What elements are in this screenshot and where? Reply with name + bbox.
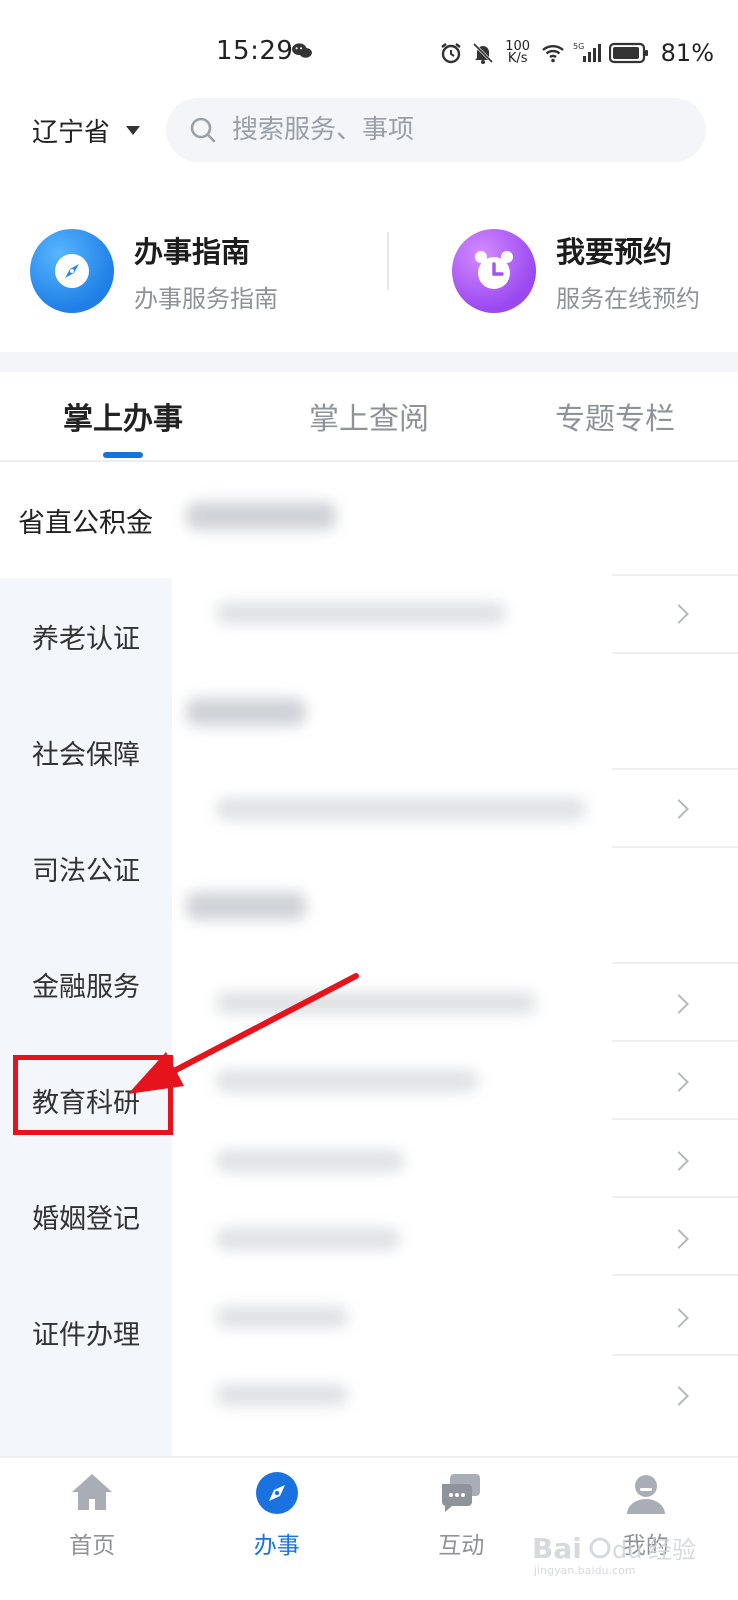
quick-actions: 办事指南 办事服务指南 我要预约 服务在线预约 <box>0 226 738 336</box>
svg-text:Bai: Bai <box>532 1532 582 1565</box>
nav-interaction[interactable]: 互动 <box>369 1458 554 1600</box>
category-pension-certification[interactable]: 养老认证 <box>0 578 172 694</box>
nav-services[interactable]: 办事 <box>185 1458 370 1600</box>
category-provident-fund[interactable]: 省直公积金 <box>0 462 172 578</box>
chat-icon <box>442 1474 481 1512</box>
chevron-down-icon <box>126 125 141 135</box>
category-notary[interactable]: 司法公证 <box>0 810 172 926</box>
list-item[interactable] <box>216 1150 404 1172</box>
svg-text:jingyan.baidu.com: jingyan.baidu.com <box>533 1564 636 1577</box>
divider <box>387 232 389 290</box>
list-item[interactable] <box>216 1070 478 1092</box>
battery-percent: 81% <box>660 39 714 67</box>
list-item[interactable] <box>216 1306 348 1328</box>
list-item[interactable] <box>216 992 536 1014</box>
compass-icon <box>30 229 114 313</box>
chevron-right-icon <box>669 1072 689 1092</box>
category-finance[interactable]: 金融服务 <box>0 926 172 1042</box>
svg-text:du: du <box>612 1536 642 1564</box>
list-item[interactable] <box>216 1384 348 1406</box>
mute-bell-icon <box>472 42 493 64</box>
status-bar: 15:29 100 K/s 5G 81% <box>0 0 738 100</box>
status-icons: 100 K/s 5G 81% <box>439 36 714 70</box>
section-header-blurred <box>186 698 306 726</box>
list-item[interactable] <box>216 1228 400 1250</box>
nav-home[interactable]: 首页 <box>0 1458 185 1600</box>
section-header-blurred <box>186 502 336 530</box>
annotation-highlight-box <box>13 1055 173 1135</box>
baidu-watermark-logo: Bai du 经验 jingyan.baidu.com <box>532 1532 696 1577</box>
svg-text:经验: 经验 <box>648 1536 696 1564</box>
tab-handheld-services[interactable]: 掌上办事 <box>0 372 246 460</box>
category-social-security[interactable]: 社会保障 <box>0 694 172 810</box>
tab-special-topics[interactable]: 专题专栏 <box>492 372 738 460</box>
region-label: 辽宁省 <box>32 117 111 148</box>
tab-bar: 掌上办事 掌上查阅 专题专栏 <box>0 372 738 462</box>
section-separator <box>0 352 738 372</box>
search-icon <box>190 117 216 143</box>
wechat-icon <box>292 43 312 58</box>
net-speed: 100 K/s <box>505 39 531 66</box>
home-icon <box>72 1474 113 1510</box>
tab-handheld-lookup[interactable]: 掌上查阅 <box>246 372 492 460</box>
status-time: 15:29 <box>216 36 294 66</box>
chevron-right-icon <box>669 1386 689 1406</box>
chevron-right-icon <box>669 994 689 1014</box>
section-header-blurred <box>186 892 306 920</box>
nav-interaction-label: 互动 <box>438 1533 485 1559</box>
region-selector[interactable]: 辽宁省 <box>32 108 141 152</box>
guide-title: 办事指南 <box>134 234 251 269</box>
battery-icon <box>608 42 648 64</box>
list-item[interactable] <box>216 798 586 820</box>
alarm-clock-icon <box>452 229 536 313</box>
chevron-right-icon <box>669 1308 689 1328</box>
category-certificates[interactable]: 证件办理 <box>0 1274 172 1390</box>
guide-card[interactable]: 办事指南 办事服务指南 <box>30 226 278 316</box>
compass-icon <box>255 1472 298 1514</box>
list-item[interactable] <box>216 602 506 624</box>
guide-subtitle: 办事服务指南 <box>134 284 278 313</box>
chevron-right-icon <box>669 1229 689 1249</box>
chevron-right-icon <box>669 1151 689 1171</box>
appointment-card[interactable]: 我要预约 服务在线预约 <box>452 226 700 316</box>
appointment-title: 我要预约 <box>556 234 673 269</box>
svg-text:5G: 5G <box>573 42 584 51</box>
service-list <box>172 462 738 1456</box>
signal-5g-icon: 5G <box>573 42 601 62</box>
chevron-right-icon <box>669 799 689 819</box>
alarm-icon <box>440 43 461 64</box>
appointment-subtitle: 服务在线预约 <box>556 284 700 313</box>
nav-home-label: 首页 <box>69 1533 116 1559</box>
chevron-right-icon <box>669 604 689 624</box>
user-icon <box>626 1475 665 1514</box>
wifi-icon <box>541 45 564 63</box>
active-tab-indicator <box>103 452 143 458</box>
search-bar[interactable] <box>166 98 706 162</box>
category-sidebar: 省直公积金 养老认证 社会保障 司法公证 金融服务 教育科研 婚姻登记 证件办理 <box>0 462 172 1456</box>
category-marriage[interactable]: 婚姻登记 <box>0 1158 172 1274</box>
search-input[interactable] <box>232 115 672 145</box>
nav-services-label: 办事 <box>253 1533 300 1559</box>
